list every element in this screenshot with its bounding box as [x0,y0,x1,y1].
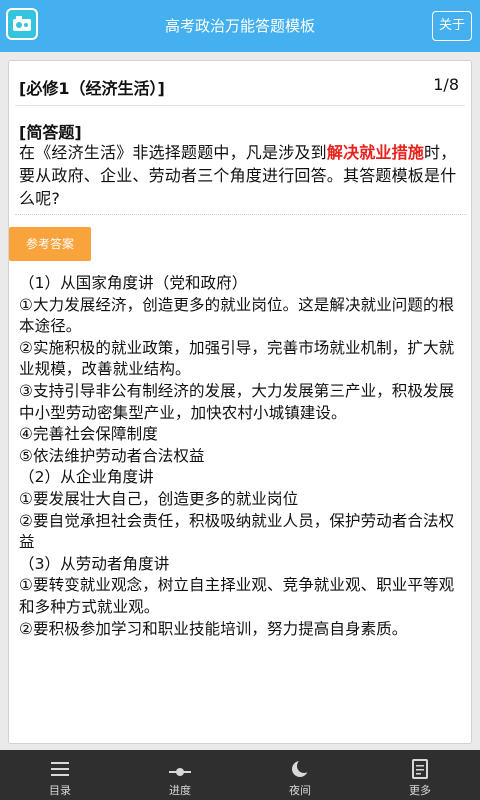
app-title: 高考政治万能答题模板 [164,17,315,35]
tab-progress[interactable]: 进度 [120,750,240,800]
dotted-divider [15,214,467,215]
chapter-title: [必修1（经济生活）] [19,79,165,98]
answer-line: ②要自觉承担社会责任，积极吸纳就业人员，保护劳动者合法权益 [19,511,455,552]
answer-line: （2）从企业角度讲 [19,468,154,487]
tab-more[interactable]: 更多 [360,750,480,800]
answer-line: ②实施积极的就业政策，加强引导，完善市场就业机制，扩大就业规模，改善就业结构。 [19,338,455,379]
reference-answer-button[interactable]: 参考答案 [9,227,91,261]
tab-more-label: 更多 [409,784,431,797]
page-counter: 1/8 [433,75,459,94]
progress-icon [169,768,191,776]
answer-line: （3）从劳动者角度讲 [19,554,170,573]
answer-line: ①要发展壮大自己，创造更多的就业岗位 [19,489,299,508]
question-text: 在《经济生活》非选择题题中，凡是涉及到解决就业措施时，要从政府、企业、劳动者三个… [19,141,467,210]
about-button[interactable]: 关于 [432,11,472,41]
answer-line: ⑤依法维护劳动者合法权益 [19,446,205,465]
answer-line: ①要转变就业观念，树立自主择业观、竞争就业观、职业平等观和多种方式就业观。 [19,576,455,616]
question-highlight: 解决就业措施 [326,143,425,162]
list-icon [51,762,69,776]
answer-line: ②要积极参加学习和职业技能培训，努力提高自身素质。 [19,619,408,638]
divider [15,105,465,106]
tab-night-label: 夜间 [289,784,311,797]
answer-line: （1）从国家角度讲（党和政府） [19,274,248,292]
question-text-part1: 在《经济生活》非选择题题中，凡是涉及到 [19,143,327,162]
tab-night[interactable]: 夜间 [240,750,360,800]
tab-progress-label: 进度 [169,784,191,797]
answer-line: ③支持引导非公有制经济的发展，大力发展第三产业，积极发展中小型劳动密集型产业，加… [19,381,455,422]
more-icon [412,759,428,779]
moon-icon [292,759,311,777]
tab-catalog-label: 目录 [49,784,71,797]
answer-line: ①大力发展经济，创造更多的就业岗位。这是解决就业问题的根本途径。 [19,295,455,336]
answer-text: （1）从国家角度讲（党和政府） ①大力发展经济，创造更多的就业岗位。这是解决就业… [19,273,469,640]
answer-line: ④完善社会保障制度 [19,425,158,444]
app-header: 高考政治万能答题模板 关于 [0,0,480,52]
tab-catalog[interactable]: 目录 [0,750,120,800]
bottom-tab-bar: 目录 进度 夜间 更多 [0,750,480,800]
question-card: [必修1（经济生活）] 1/8 [简答题] 在《经济生活》非选择题题中，凡是涉及… [8,60,472,744]
question-type: [简答题] [19,123,82,142]
